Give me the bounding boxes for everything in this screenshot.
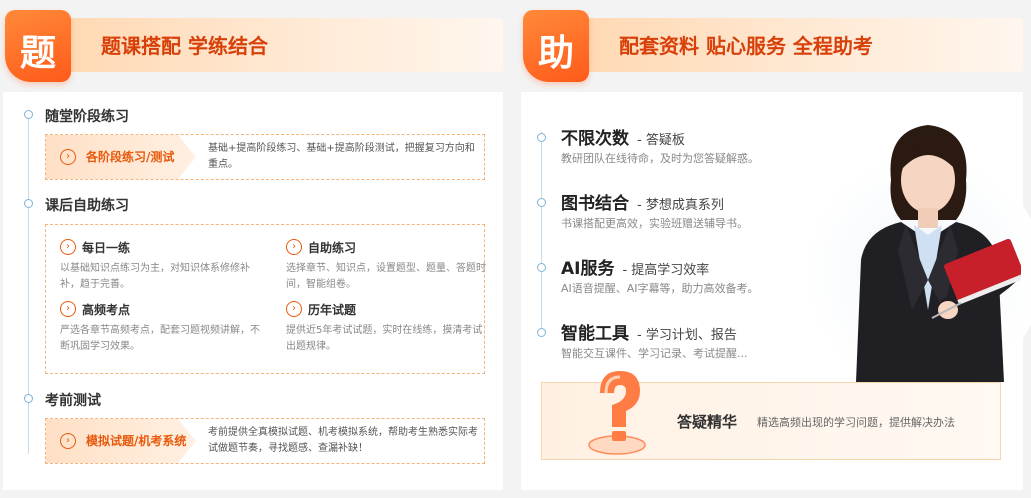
stage-practice-label: 各阶段练习/测试 — [86, 150, 175, 164]
arrow-right-circle-icon: › — [60, 433, 76, 449]
feature-title: AI服务 - 提高学习效率 — [561, 254, 709, 279]
service-card: 不限次数 - 答疑板 教研团队在线待命，及时为您答疑解惑。 图书结合 - 梦想成真系… — [521, 92, 1031, 490]
right-panel-header: 助 配套资料 贴心服务 全程助考 — [523, 10, 1023, 82]
feature-title-main: 智能工具 — [561, 324, 629, 344]
feature-desc: 教研团队在线待命，及时为您答疑解惑。 — [561, 152, 759, 165]
feature-title: 不限次数 - 答疑板 — [561, 124, 685, 149]
feature-title-sub: - 梦想成真系列 — [637, 198, 724, 213]
mock-exam-tab[interactable]: › 模拟试题/机考系统 — [46, 419, 196, 463]
timeline-dot — [537, 133, 546, 142]
grid-item-desc: 提供近5年考试试题，实时在线练，摸清考试出题规律。 — [286, 325, 483, 352]
badge-text: 助 — [537, 32, 574, 74]
stage-practice-desc: 基础+提高阶段练习、基础+提高阶段测试，把握复习方向和重点。 — [208, 143, 475, 170]
question-mark-3d-icon — [588, 371, 646, 455]
stage-practice-row[interactable]: › 各阶段练习/测试 基础+提高阶段练习、基础+提高阶段测试，把握复习方向和重点… — [45, 134, 485, 180]
feature-title-main: 图书结合 — [561, 194, 629, 214]
arrow-right-circle-icon: › — [286, 301, 302, 317]
feature-title-sub: - 提高学习效率 — [622, 263, 710, 278]
practice-card: 随堂阶段练习 › 各阶段练习/测试 基础+提高阶段练习、基础+提高阶段测试，把握… — [3, 92, 503, 490]
arrow-right-circle-icon: › — [286, 239, 302, 255]
timeline-dot — [24, 110, 33, 119]
timeline-dot — [537, 263, 546, 272]
feature-title: 智能工具 - 学习计划、报告 — [561, 319, 737, 344]
arrow-right-circle-icon: › — [60, 239, 76, 255]
grid-item-desc: 选择章节、知识点，设置题型、题量、答题时间，智能组卷。 — [286, 263, 486, 290]
feature-desc: 书课搭配更高效，实验班赠送辅导书。 — [561, 217, 748, 230]
feature-title-sub: - 学习计划、报告 — [637, 328, 737, 343]
feature-title-sub: - 答疑板 — [637, 133, 685, 148]
qa-title: 答疑精华 — [677, 413, 738, 431]
qa-highlight-strip[interactable]: 答疑精华 精选高频出现的学习问题，提供解决办法 — [541, 371, 1001, 460]
badge-ti: 题 — [5, 10, 71, 82]
badge-zhu: 助 — [523, 10, 589, 82]
mock-exam-row[interactable]: › 模拟试题/机考系统 考前提供全真模拟试题、机考模拟系统，帮助考生熟悉实际考试… — [45, 418, 485, 464]
feature-title-main: 不限次数 — [561, 129, 629, 149]
timeline-line — [541, 132, 542, 332]
feature-title-main: AI服务 — [561, 259, 615, 279]
right-panel-title: 配套资料 贴心服务 全程助考 — [619, 34, 873, 58]
stage-practice-tab[interactable]: › 各阶段练习/测试 — [46, 135, 196, 179]
feature-desc: AI语音提醒、AI字幕等，助力高效备考。 — [561, 282, 759, 295]
arrow-right-circle-icon: › — [60, 149, 76, 165]
feature-desc: 智能交互课件、学习记录、考试提醒... — [561, 347, 748, 360]
left-panel-header: 题 题课搭配 学练结合 — [5, 10, 503, 82]
grid-item-title: 每日一练 — [82, 241, 131, 255]
self-practice-grid: › 每日一练 以基础知识点练习为主，对知识体系修修补补，趋于完善。 › 自助练习… — [45, 224, 486, 374]
badge-text: 题 — [19, 32, 56, 74]
arrow-right-circle-icon: › — [60, 301, 76, 317]
timeline-dot — [537, 198, 546, 207]
timeline-line — [28, 114, 29, 454]
section-title: 课后自助练习 — [45, 198, 129, 214]
timeline-dot — [24, 199, 33, 208]
teacher-illustration — [856, 125, 1021, 382]
left-panel-title: 题课搭配 学练结合 — [101, 34, 268, 58]
grid-item-desc: 以基础知识点练习为主，对知识体系修修补补，趋于完善。 — [60, 263, 250, 290]
grid-item-title: 自助练习 — [308, 241, 357, 255]
grid-item-title: 高频考点 — [82, 303, 131, 317]
mock-exam-desc: 考前提供全真模拟试题、机考模拟系统，帮助考生熟悉实际考试做题节奏，寻找题感、查漏… — [208, 427, 478, 454]
timeline-dot — [537, 328, 546, 337]
feature-title: 图书结合 - 梦想成真系列 — [561, 189, 724, 214]
grid-item-desc: 严选各章节高频考点，配套习题视频讲解，不断巩固学习效果。 — [60, 325, 260, 352]
timeline-dot — [24, 394, 33, 403]
section-title: 随堂阶段练习 — [45, 109, 129, 125]
grid-item-title: 历年试题 — [308, 303, 357, 317]
qa-desc: 精选高频出现的学习问题，提供解决办法 — [757, 416, 955, 429]
mock-exam-label: 模拟试题/机考系统 — [86, 434, 187, 448]
section-title: 考前测试 — [45, 393, 101, 409]
